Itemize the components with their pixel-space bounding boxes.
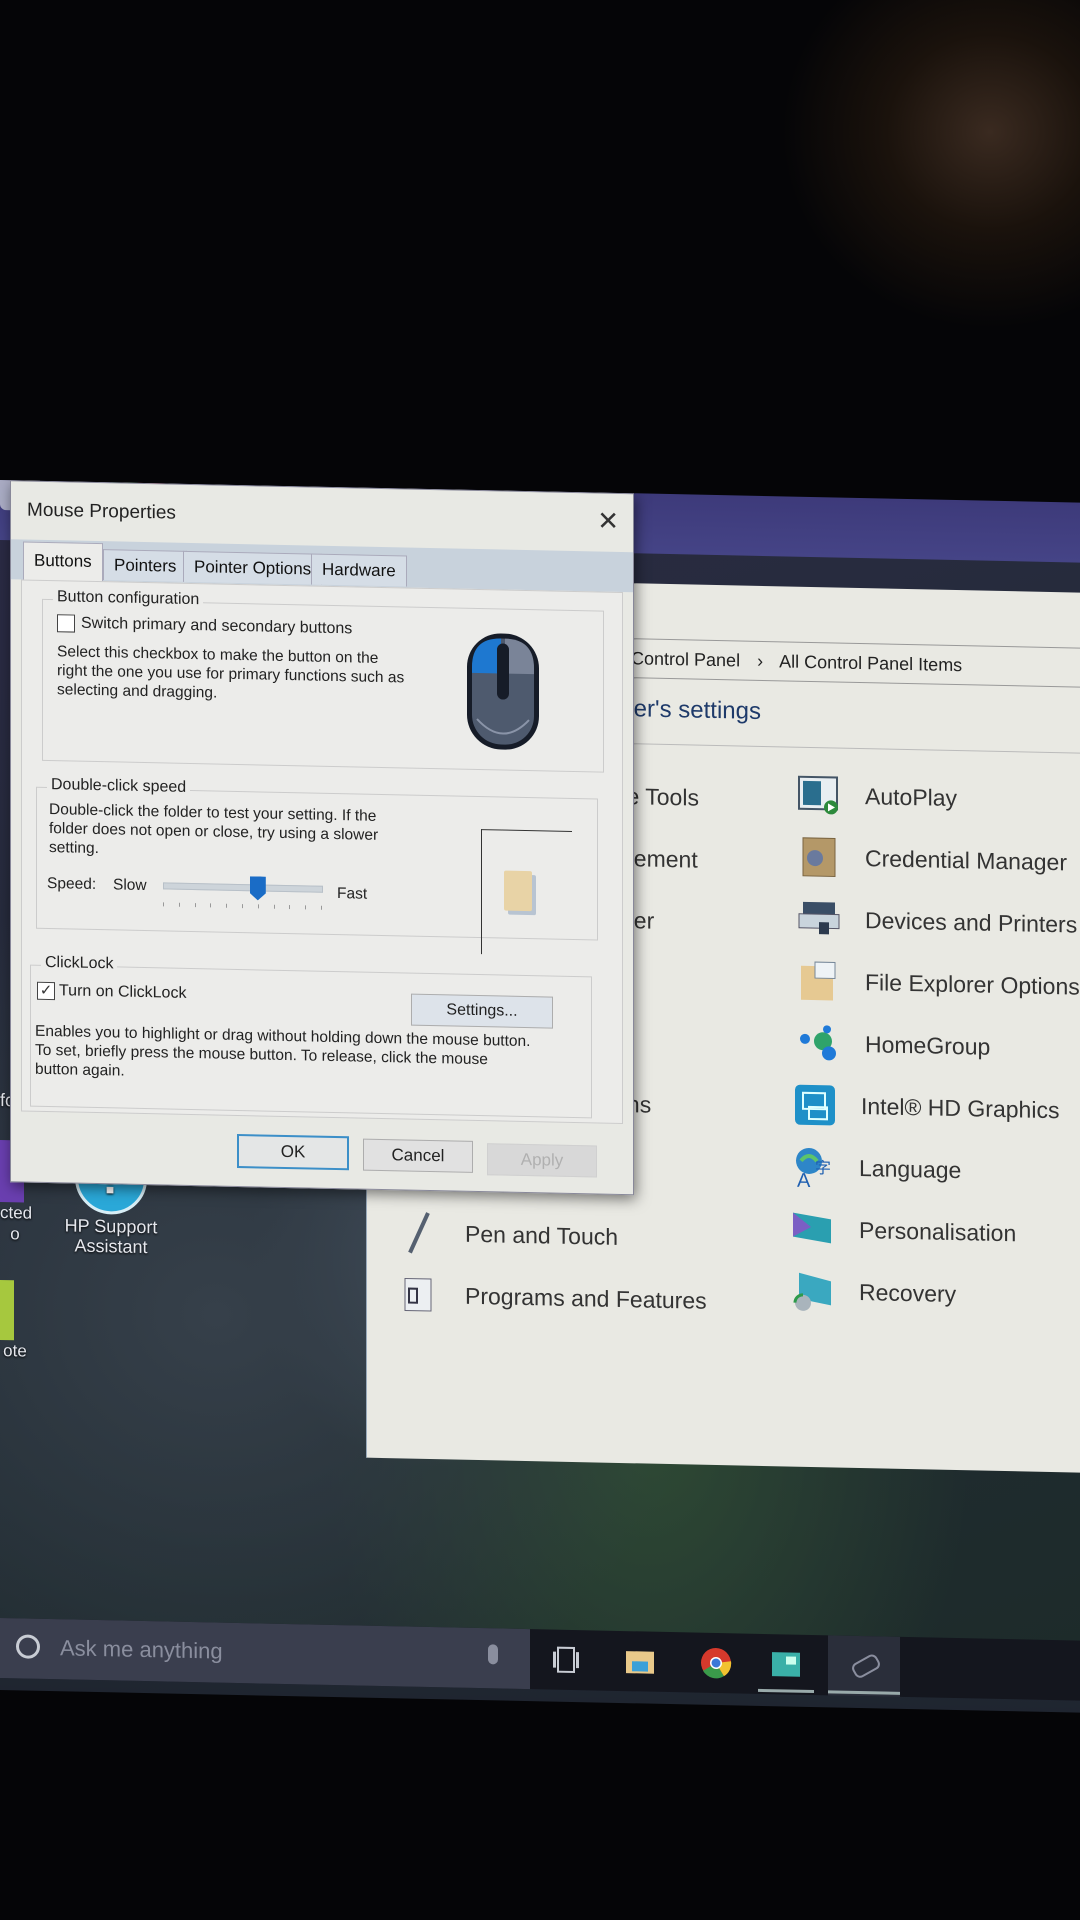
settings-icon [849, 1652, 883, 1680]
cp-item-autoplay[interactable]: AutoPlay [797, 773, 957, 820]
slider-tick [163, 902, 164, 907]
breadcrumb: Control Panel › All Control Panel Items [631, 639, 962, 684]
cp-item-homegroup[interactable]: HomeGroup [797, 1021, 990, 1069]
speed-label: Speed: [47, 874, 97, 894]
svg-text:A: A [797, 1170, 811, 1190]
cancel-button[interactable]: Cancel [363, 1138, 473, 1173]
homegroup-icon [797, 1021, 841, 1066]
button-configuration-group: Button configuration Switch primary and … [42, 588, 604, 773]
double-click-speed-slider[interactable] [163, 872, 323, 915]
cortana-icon[interactable] [16, 1634, 40, 1659]
cp-item-language[interactable]: A字 Language [791, 1145, 961, 1193]
slider-tick [226, 903, 228, 908]
double-click-speed-label: Double-click speed [47, 775, 191, 797]
breadcrumb-separator: › [757, 650, 764, 671]
tab-hardware[interactable]: Hardware [311, 553, 407, 587]
slider-thumb[interactable] [250, 876, 266, 900]
close-icon[interactable]: ✕ [597, 506, 619, 537]
printer-icon [797, 897, 841, 942]
active-app-indicator [758, 1688, 814, 1694]
clicklock-checkbox[interactable]: ✓ [37, 981, 55, 1001]
slider-tick [242, 904, 243, 909]
file-explorer-icon[interactable] [624, 1645, 656, 1678]
intel-graphics-icon [793, 1083, 837, 1128]
slider-tick [178, 902, 180, 907]
background-glare [780, 0, 1080, 330]
task-view-icon[interactable] [550, 1644, 582, 1677]
recovery-icon [791, 1269, 835, 1314]
clicklock-description: Enables you to highlight or drag without… [35, 1022, 531, 1080]
buttons-tab-panel: Button configuration Switch primary and … [21, 579, 623, 1125]
svg-text:字: 字 [815, 1158, 831, 1177]
apply-button[interactable]: Apply [487, 1143, 597, 1178]
control-panel-icon[interactable] [770, 1648, 802, 1681]
button-configuration-label: Button configuration [53, 588, 204, 610]
folder-icon[interactable] [504, 870, 532, 912]
clicklock-settings-button[interactable]: Settings... [411, 993, 553, 1029]
cp-item-file-explorer-options[interactable]: File Explorer Options [797, 959, 1080, 1009]
slider-tick [273, 904, 275, 909]
slider-tick [257, 904, 259, 909]
cp-item-intel-hd-graphics[interactable]: Intel® HD Graphics [793, 1083, 1059, 1133]
chrome-icon[interactable] [700, 1647, 732, 1680]
slider-tick [321, 905, 322, 910]
folder-options-icon [797, 959, 841, 1004]
cp-item-pen-and-touch[interactable]: Pen and Touch [397, 1210, 618, 1259]
slider-tick [289, 905, 291, 910]
breadcrumb-control-panel[interactable]: Control Panel [631, 648, 740, 670]
fast-label: Fast [337, 885, 368, 903]
clicklock-checkbox-label[interactable]: Turn on ClickLock [59, 981, 186, 1003]
slider-tick [210, 903, 212, 908]
personalisation-icon [791, 1207, 835, 1252]
programs-icon [397, 1272, 441, 1317]
slider-ticks [163, 872, 323, 910]
double-click-description: Double-click the folder to test your set… [49, 801, 379, 858]
monitor-screen: Control Panel › All Control Panel Items … [0, 480, 1080, 1713]
desktop-icon-onenote[interactable]: ote [0, 1280, 30, 1362]
cp-item-recovery[interactable]: Recovery [791, 1269, 956, 1316]
ok-button[interactable]: OK [237, 1133, 349, 1171]
dialog-title: Mouse Properties [27, 499, 176, 524]
test-folder-area[interactable] [481, 829, 572, 956]
page-heading: ter's settings [627, 695, 761, 725]
breadcrumb-all-items[interactable]: All Control Panel Items [779, 651, 962, 675]
search-placeholder: Ask me anything [60, 1635, 223, 1664]
clicklock-group: ClickLock ✓ Turn on ClickLock Settings..… [30, 953, 592, 1119]
cp-item-personalisation[interactable]: Personalisation [791, 1207, 1016, 1256]
autoplay-icon [797, 773, 841, 818]
cp-item-devices-and-printers[interactable]: Devices and Printers [797, 897, 1077, 947]
switch-buttons-label[interactable]: Switch primary and secondary buttons [81, 614, 352, 639]
tab-pointers[interactable]: Pointers [103, 549, 188, 582]
onenote-icon [0, 1280, 14, 1341]
slider-tick [194, 903, 196, 908]
settings-taskbar-button[interactable] [828, 1635, 900, 1697]
slow-label: Slow [113, 876, 147, 895]
cortana-search-box[interactable]: Ask me anything [0, 1618, 530, 1690]
tab-buttons[interactable]: Buttons [23, 541, 103, 583]
cp-item-credential-manager[interactable]: Credential Manager [797, 835, 1067, 885]
cp-item-programs-and-features[interactable]: Programs and Features [397, 1272, 707, 1322]
microphone-icon[interactable] [488, 1644, 498, 1665]
slider-track[interactable] [163, 882, 323, 893]
mouse-icon [463, 629, 543, 760]
pen-icon [397, 1210, 441, 1255]
language-icon: A字 [791, 1145, 835, 1190]
switch-buttons-checkbox[interactable] [57, 614, 75, 633]
button-configuration-description: Select this checkbox to make the button … [57, 643, 405, 702]
credential-vault-icon [797, 835, 841, 880]
slider-tick [305, 905, 307, 910]
tab-pointer-options[interactable]: Pointer Options [183, 550, 323, 585]
double-click-speed-group: Double-click speed Double-click the fold… [36, 775, 598, 956]
clicklock-label: ClickLock [41, 953, 118, 974]
mouse-properties-dialog: Mouse Properties ✕ Buttons Pointers Poin… [10, 480, 634, 1196]
